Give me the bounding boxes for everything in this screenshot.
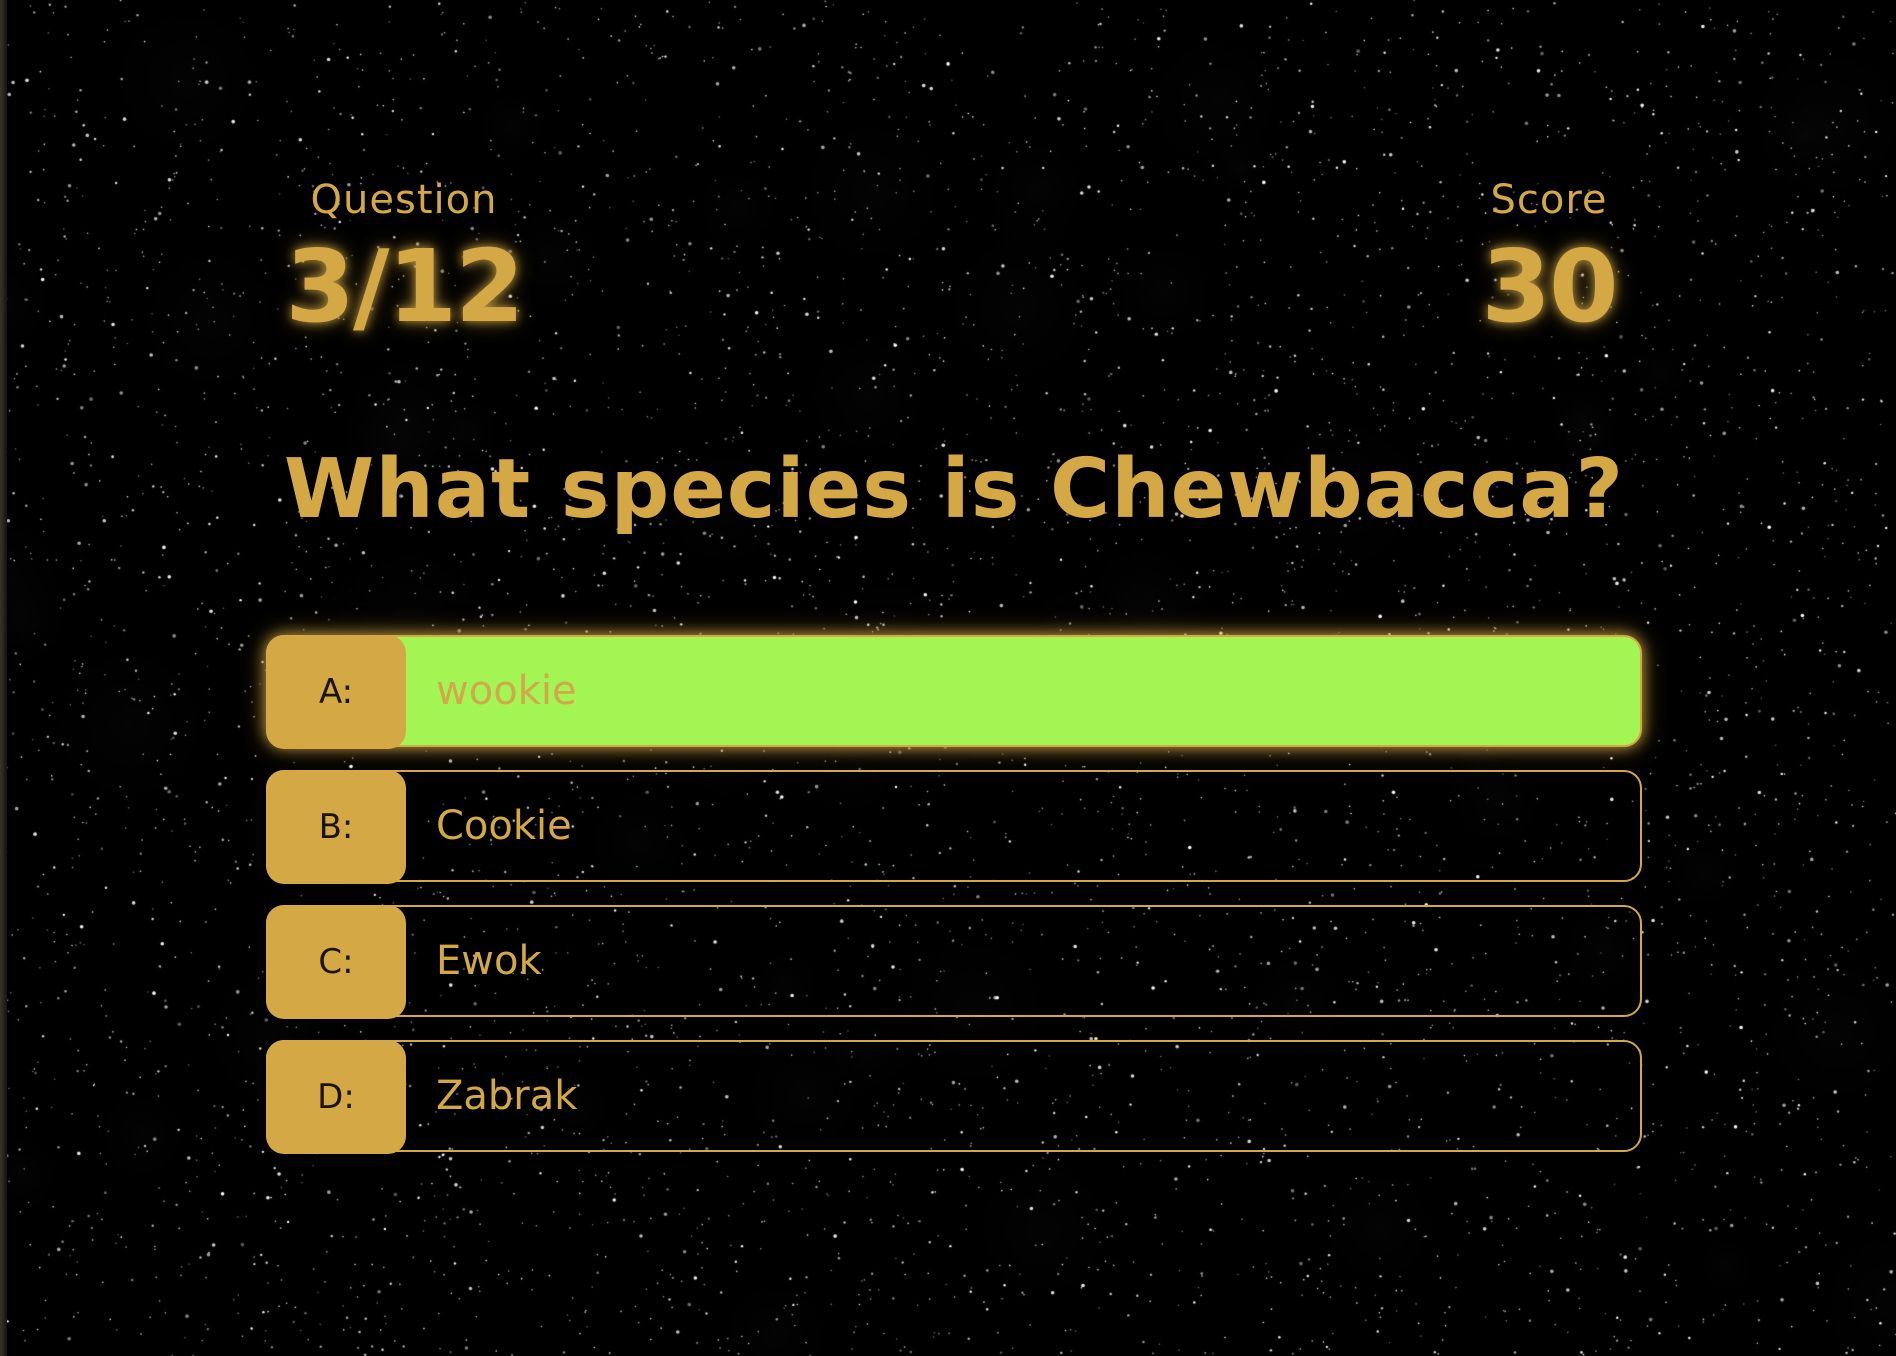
score-label: Score: [1490, 177, 1608, 223]
answer-option-c[interactable]: C: Ewok: [266, 905, 1642, 1019]
answer-letter-b: B:: [266, 770, 406, 884]
question-counter: Question 3/12: [266, 170, 542, 342]
question-text: What species is Chewbacca?: [283, 442, 1625, 537]
answer-letter-d: D:: [266, 1040, 406, 1154]
question-counter-label: Question: [310, 177, 498, 223]
answer-letter-a: A:: [266, 635, 406, 749]
answer-option-b[interactable]: B: Cookie: [266, 770, 1642, 884]
answer-option-a[interactable]: A: wookie: [266, 635, 1642, 749]
question-counter-value: 3/12: [285, 228, 524, 345]
score-value: 30: [1481, 228, 1618, 345]
answer-text-d: Zabrak: [436, 1073, 578, 1119]
answer-text-b: Cookie: [436, 803, 572, 849]
answer-text-c: Ewok: [436, 938, 542, 984]
answer-option-d[interactable]: D: Zabrak: [266, 1040, 1642, 1154]
hud: Question 3/12 Score 30: [266, 170, 1642, 360]
score-display: Score 30: [1456, 170, 1642, 342]
answer-text-a: wookie: [436, 668, 577, 714]
window-edge: [0, 0, 7, 1356]
answer-list: A: wookie B: Cookie C: Ewok D: Zabrak: [266, 635, 1642, 1175]
answer-letter-c: C:: [266, 905, 406, 1019]
